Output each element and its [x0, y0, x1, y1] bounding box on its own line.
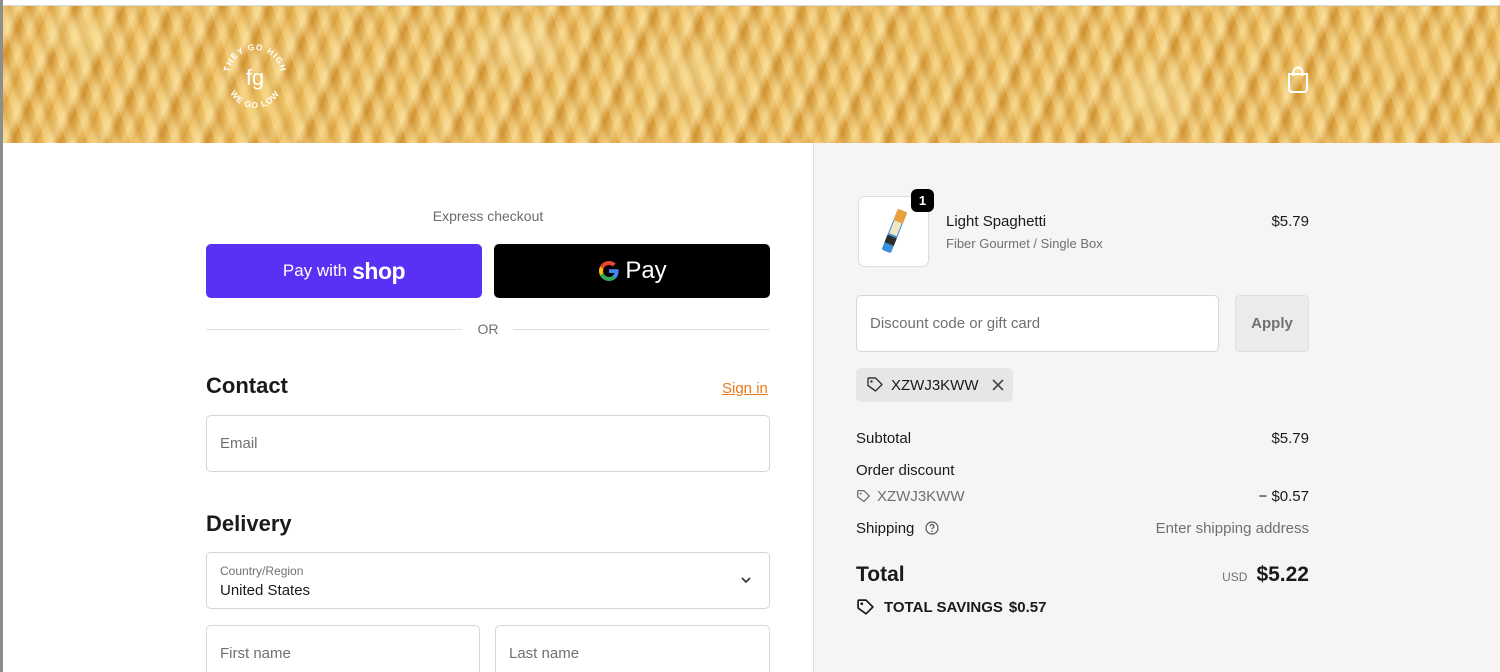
order-discount-value: − $0.57 — [1258, 488, 1309, 505]
store-logo[interactable]: THEY GO HIGH WE GO LOW fg — [217, 36, 293, 112]
total-savings-label: TOTAL SAVINGS — [884, 599, 1003, 616]
country-region-value: United States — [220, 582, 311, 599]
google-pay-label: Pay — [625, 257, 667, 284]
savings-tag-icon — [857, 599, 874, 615]
shipping-label: Shipping — [856, 520, 915, 537]
tag-icon — [857, 490, 870, 503]
shop-pay-logo: shop — [352, 257, 406, 284]
chevron-down-icon — [741, 577, 751, 584]
discount-code-field[interactable] — [856, 295, 1219, 352]
contact-heading: Contact — [206, 373, 288, 398]
express-checkout-label: Express checkout — [432, 208, 544, 224]
sign-in-link[interactable]: Sign in — [722, 380, 768, 397]
remove-discount-icon[interactable] — [991, 378, 1005, 392]
product-name: Light Spaghetti — [946, 213, 1047, 230]
logo-bottom-text: WE GO LOW — [228, 88, 280, 110]
shipping-row-label: Shipping — [856, 520, 939, 537]
shopping-bag-icon[interactable] — [1285, 64, 1311, 94]
first-name-field[interactable] — [206, 625, 480, 672]
order-discount-code-text: XZWJ3KWW — [877, 488, 965, 505]
applied-discount-chip: XZWJ3KWW — [856, 368, 1013, 402]
order-discount-label: Order discount — [856, 462, 955, 479]
shipping-value: Enter shipping address — [1155, 520, 1309, 537]
or-divider: OR — [206, 320, 770, 340]
subtotal-label: Subtotal — [856, 430, 912, 447]
delivery-heading: Delivery — [206, 511, 292, 536]
currency-code: USD — [1222, 570, 1248, 584]
quantity-badge: 1 — [911, 189, 934, 212]
email-input[interactable] — [207, 416, 769, 471]
total-savings-value: $0.57 — [1008, 599, 1047, 616]
help-circle-icon[interactable] — [924, 521, 939, 535]
last-name-input[interactable] — [496, 626, 769, 672]
product-price: $5.79 — [1271, 213, 1309, 230]
svg-text:WE GO LOW: WE GO LOW — [228, 88, 281, 110]
country-region-select[interactable]: Country/Region United States — [206, 552, 770, 609]
applied-discount-code: XZWJ3KWW — [891, 376, 979, 394]
product-variant: Fiber Gourmet / Single Box — [946, 236, 1103, 251]
total-savings: TOTAL SAVINGS $0.57 — [856, 598, 1046, 617]
last-name-field[interactable] — [495, 625, 770, 672]
divider-line-right — [513, 329, 770, 330]
order-discount-code: XZWJ3KWW — [856, 488, 965, 505]
google-g-icon — [599, 261, 619, 281]
total-value-group: USD $5.22 — [1222, 563, 1309, 587]
header-banner: THEY GO HIGH WE GO LOW fg — [3, 6, 1500, 143]
subtotal-value: $5.79 — [1271, 430, 1309, 447]
total-amount: $5.22 — [1256, 563, 1309, 586]
email-field[interactable] — [206, 415, 770, 472]
google-pay-button[interactable]: Pay — [494, 244, 770, 298]
country-region-label: Country/Region — [220, 564, 304, 578]
tag-icon — [867, 377, 883, 392]
shop-pay-button[interactable]: Pay with shop — [206, 244, 482, 298]
shop-pay-prefix: Pay with — [282, 261, 348, 280]
logo-mark: fg — [246, 65, 264, 90]
apply-discount-button[interactable]: Apply — [1235, 295, 1309, 352]
total-label: Total — [856, 563, 905, 586]
first-name-input[interactable] — [207, 626, 479, 672]
discount-code-input[interactable] — [857, 296, 1218, 351]
